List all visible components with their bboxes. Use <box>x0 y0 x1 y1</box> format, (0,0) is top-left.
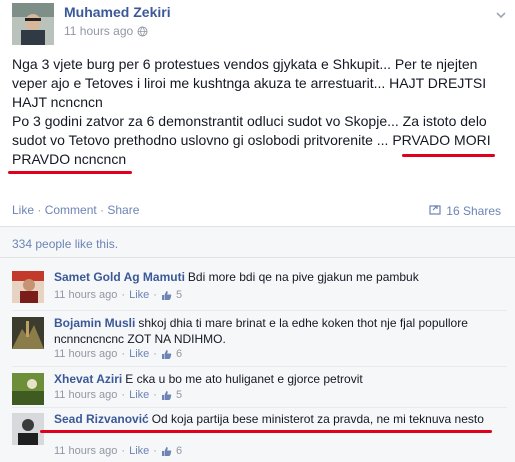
red-annotation-underline <box>40 430 492 433</box>
shares-link[interactable]: 16 Shares <box>429 203 501 218</box>
comment-like-count[interactable]: 5 <box>176 289 182 301</box>
separator-dot: · <box>153 389 157 401</box>
thumbs-up-icon <box>161 290 172 301</box>
comment-time[interactable]: 11 hours ago <box>54 389 117 401</box>
thumbs-up-icon <box>161 349 172 360</box>
comment-button[interactable]: Comment <box>45 203 97 217</box>
comment-text: Bojamin Musli shkoj dhia ti mare brinat e… <box>54 315 504 347</box>
comment-text: Xhevat Aziri E cka u bo me ato huliganet … <box>54 371 504 387</box>
comment-meta: 11 hours ago · Like · 5 <box>54 289 182 301</box>
comment-like-button[interactable]: Like <box>129 289 149 301</box>
post-time-text[interactable]: 11 hours ago <box>64 24 133 38</box>
commenter-avatar[interactable] <box>12 317 44 349</box>
globe-icon <box>137 26 148 37</box>
comment-time[interactable]: 11 hours ago <box>54 445 117 457</box>
comment-like-count[interactable]: 6 <box>176 445 182 457</box>
separator-dot: · <box>153 445 157 457</box>
shares-count[interactable]: 16 Shares <box>446 204 501 218</box>
thumbs-up-icon <box>161 446 172 457</box>
divider <box>12 407 507 408</box>
comment-like-button[interactable]: Like <box>129 389 149 401</box>
action-separator: · <box>96 203 108 217</box>
comment-text: Sead Rizvanović Od koja partija bese mini… <box>54 411 504 427</box>
post-actions: Like · Comment · Share <box>12 203 139 217</box>
comment: Xhevat Aziri E cka u bo me ato huliganet … <box>12 371 507 411</box>
separator-dot: · <box>153 289 157 301</box>
separator-dot: · <box>121 348 126 360</box>
comment-like-count[interactable]: 5 <box>176 389 182 401</box>
comment-meta: 11 hours ago · Like · 5 <box>54 389 182 401</box>
comment-body: Bdi more bdi qe na pive gjakun me pambuk <box>187 270 419 284</box>
separator-dot: · <box>121 389 126 401</box>
share-icon <box>429 203 441 218</box>
thumbs-up-icon <box>161 390 172 401</box>
separator-dot: · <box>121 445 126 457</box>
comments-section: 334 people like this. Samet Gold Ag Mamu… <box>0 226 515 462</box>
divider <box>12 310 507 311</box>
comment-meta: 11 hours ago · Like · 6 <box>54 445 182 457</box>
chevron-down-icon[interactable] <box>495 8 507 20</box>
like-button[interactable]: Like <box>12 203 34 217</box>
comment-like-button[interactable]: Like <box>129 348 149 360</box>
post-timestamp[interactable]: 11 hours ago <box>64 24 148 38</box>
comment-text: Samet Gold Ag Mamuti Bdi more bdi qe na p… <box>54 269 504 285</box>
action-separator: · <box>34 203 45 217</box>
share-button[interactable]: Share <box>107 203 139 217</box>
comment: Sead Rizvanović Od koja partija bese mini… <box>12 411 507 459</box>
commenter-avatar[interactable] <box>12 413 44 445</box>
comment-body: Od koja partija bese ministerot za pravd… <box>151 412 484 426</box>
divider <box>12 366 507 367</box>
commenter-name[interactable]: Xhevat Aziri <box>54 372 122 386</box>
comment-like-button[interactable]: Like <box>129 445 149 457</box>
comment-time[interactable]: 11 hours ago <box>54 289 117 301</box>
commenter-name[interactable]: Bojamin Musli <box>54 316 135 330</box>
post-paragraph: Po 3 godini zatvor za 6 demonstrantit od… <box>12 113 491 167</box>
commenter-avatar[interactable] <box>12 373 44 405</box>
comment-time[interactable]: 11 hours ago <box>54 348 117 360</box>
red-annotation-underline <box>402 154 495 157</box>
post-author-name[interactable]: Muhamed Zekiri <box>64 4 171 20</box>
separator-dot: · <box>121 289 126 301</box>
likes-summary[interactable]: 334 people like this. <box>12 237 118 251</box>
comment: Samet Gold Ag Mamuti Bdi more bdi qe na p… <box>12 269 507 313</box>
commenter-avatar[interactable] <box>12 271 44 303</box>
comment-meta: 11 hours ago · Like · 6 <box>54 348 182 360</box>
comment: Bojamin Musli shkoj dhia ti mare brinat e… <box>12 315 507 367</box>
red-annotation-underline <box>8 171 132 174</box>
post-body: Nga 3 vjete burg per 6 protestues vendos… <box>12 55 507 169</box>
author-avatar[interactable] <box>12 3 54 45</box>
comment-body: E cka u bo me ato huliganet e gjorce pet… <box>125 372 363 386</box>
divider <box>0 257 515 258</box>
facebook-post: Muhamed Zekiri 11 hours ago Nga 3 vjete … <box>0 0 515 462</box>
post-paragraph: Nga 3 vjete burg per 6 protestues vendos… <box>12 56 487 110</box>
separator-dot: · <box>153 348 157 360</box>
commenter-name[interactable]: Sead Rizvanović <box>54 412 149 426</box>
commenter-name[interactable]: Samet Gold Ag Mamuti <box>54 270 185 284</box>
comment-like-count[interactable]: 6 <box>176 348 182 360</box>
